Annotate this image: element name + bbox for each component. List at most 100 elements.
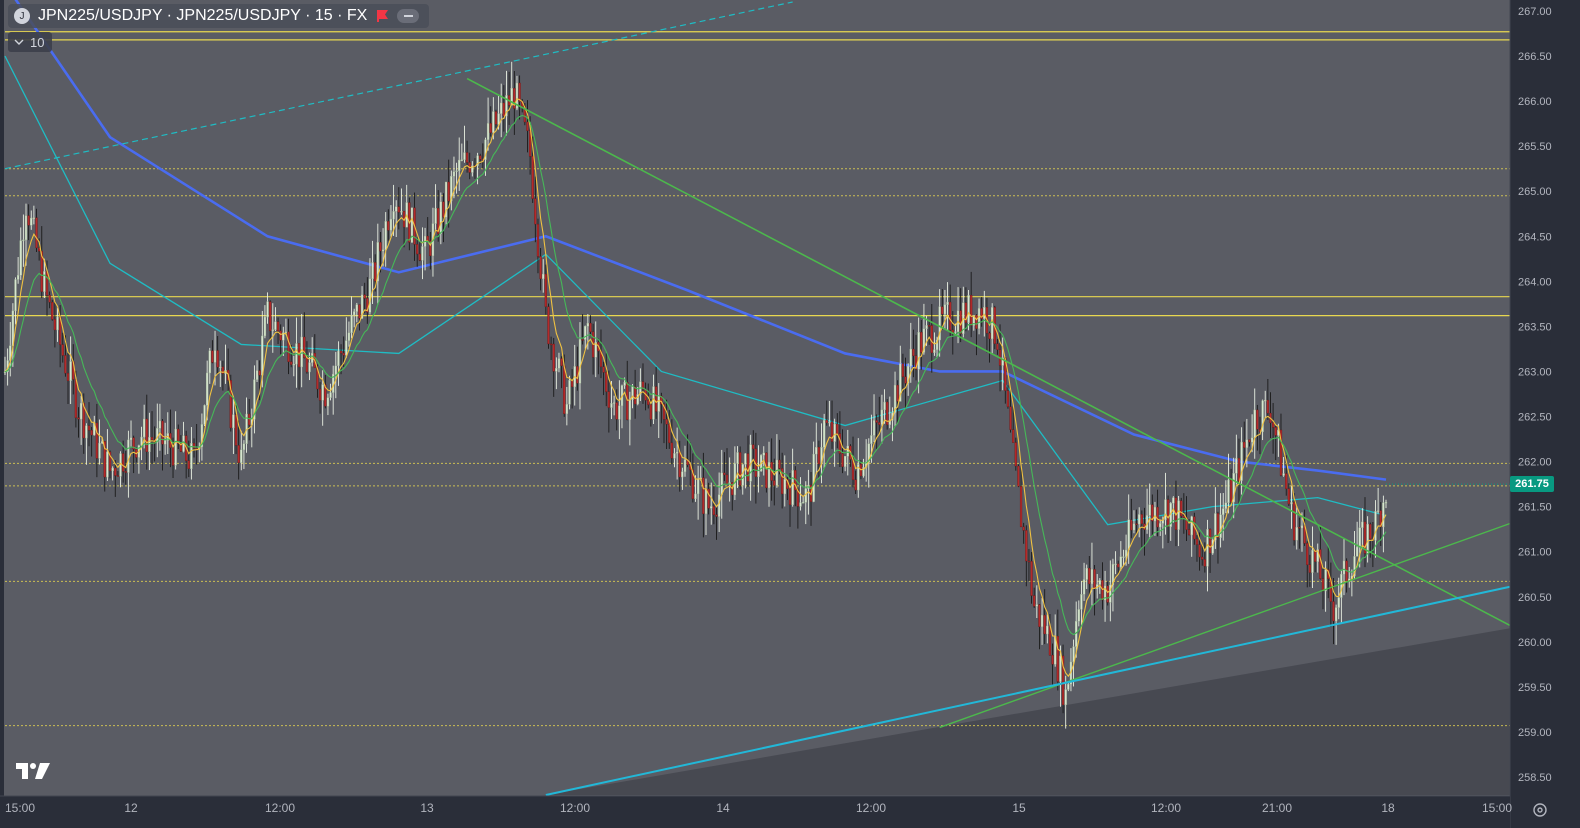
candle: [1287, 488, 1290, 505]
symbol-icon: J: [14, 8, 30, 24]
candle: [778, 459, 781, 469]
candle: [557, 358, 561, 369]
x-tick-label: 15:00: [1482, 801, 1512, 815]
candle: [27, 215, 30, 226]
candle: [555, 368, 558, 372]
candle: [883, 401, 886, 411]
candle: [161, 420, 164, 445]
candle: [1138, 514, 1141, 525]
indicators-toggle[interactable]: 10: [8, 32, 53, 52]
y-tick-label: 262.00: [1518, 457, 1552, 469]
candle: [1017, 465, 1020, 487]
candle: [53, 319, 57, 331]
candle: [486, 123, 490, 140]
candle: [439, 201, 442, 234]
candle: [350, 314, 353, 334]
candle: [531, 156, 534, 199]
candle: [765, 452, 768, 489]
candle: [271, 329, 274, 331]
symbol-legend[interactable]: J JPN225/USDJPY · JPN225/USDJPY · 15 · F…: [8, 4, 430, 28]
candle: [1292, 502, 1296, 541]
candle: [1088, 567, 1091, 585]
price-chart[interactable]: 267.00 266.50 266.00 265.50 265.00 264.50 264.…: [0, 0, 1580, 828]
candle: [355, 304, 358, 312]
candle: [1093, 569, 1096, 589]
candle: [66, 372, 70, 381]
candle: [463, 152, 466, 160]
candle: [649, 404, 652, 420]
candle: [1274, 427, 1277, 436]
candle: [87, 425, 91, 431]
candle: [1337, 597, 1340, 608]
candle: [623, 382, 626, 386]
candle: [1012, 429, 1015, 443]
candle: [1208, 529, 1212, 554]
settings-icon[interactable]: [1530, 800, 1550, 820]
candle: [678, 451, 681, 478]
candle: [854, 479, 857, 491]
candle: [374, 262, 377, 282]
candle: [489, 123, 492, 133]
candle: [90, 430, 93, 436]
candle: [602, 366, 605, 373]
candle: [219, 366, 222, 369]
candle: [1124, 549, 1128, 557]
flag-icon[interactable]: [375, 9, 389, 23]
candle: [122, 453, 125, 472]
candle: [458, 159, 461, 171]
candle: [1077, 609, 1080, 622]
candle: [1159, 523, 1162, 528]
collapse-icon[interactable]: [397, 9, 420, 23]
candle: [896, 384, 899, 402]
candle: [56, 316, 59, 331]
candle: [1195, 538, 1199, 545]
candle: [114, 467, 117, 476]
candle: [368, 278, 372, 313]
candle: [534, 198, 537, 225]
candle: [977, 308, 981, 329]
y-tick-label: 261.00: [1518, 547, 1552, 559]
candle: [1130, 519, 1133, 531]
candle: [143, 418, 146, 438]
candle: [145, 418, 148, 452]
candle: [111, 467, 114, 472]
candle: [736, 452, 739, 464]
y-tick-label: 261.50: [1518, 502, 1552, 514]
candle: [846, 445, 849, 457]
candle: [1082, 579, 1086, 595]
candle: [1132, 523, 1136, 531]
candle: [234, 414, 238, 446]
candle: [904, 376, 907, 384]
candle: [51, 301, 54, 320]
candle: [633, 386, 637, 405]
candle: [744, 453, 747, 465]
candle: [1206, 529, 1209, 567]
candle: [710, 506, 713, 509]
candle: [1119, 556, 1122, 568]
candle: [1290, 502, 1293, 505]
candle: [1222, 508, 1225, 515]
candle: [1156, 506, 1159, 528]
candle: [762, 452, 765, 456]
candle: [171, 447, 175, 466]
candle: [452, 171, 456, 177]
candle: [208, 350, 211, 374]
candle: [492, 111, 495, 133]
candle: [817, 446, 821, 465]
candle: [1361, 521, 1364, 528]
candle: [279, 330, 282, 341]
candle: [712, 506, 716, 516]
candle: [305, 357, 309, 373]
candle: [694, 493, 697, 499]
candle: [526, 121, 529, 131]
candle: [668, 424, 671, 444]
candle: [206, 372, 209, 406]
y-tick-label: 260.00: [1518, 637, 1552, 649]
candle: [788, 488, 792, 506]
candle: [387, 221, 390, 231]
candle: [1311, 549, 1314, 573]
candle: [1166, 499, 1170, 527]
candle: [549, 343, 553, 346]
candle: [500, 102, 503, 114]
candle: [321, 384, 324, 401]
